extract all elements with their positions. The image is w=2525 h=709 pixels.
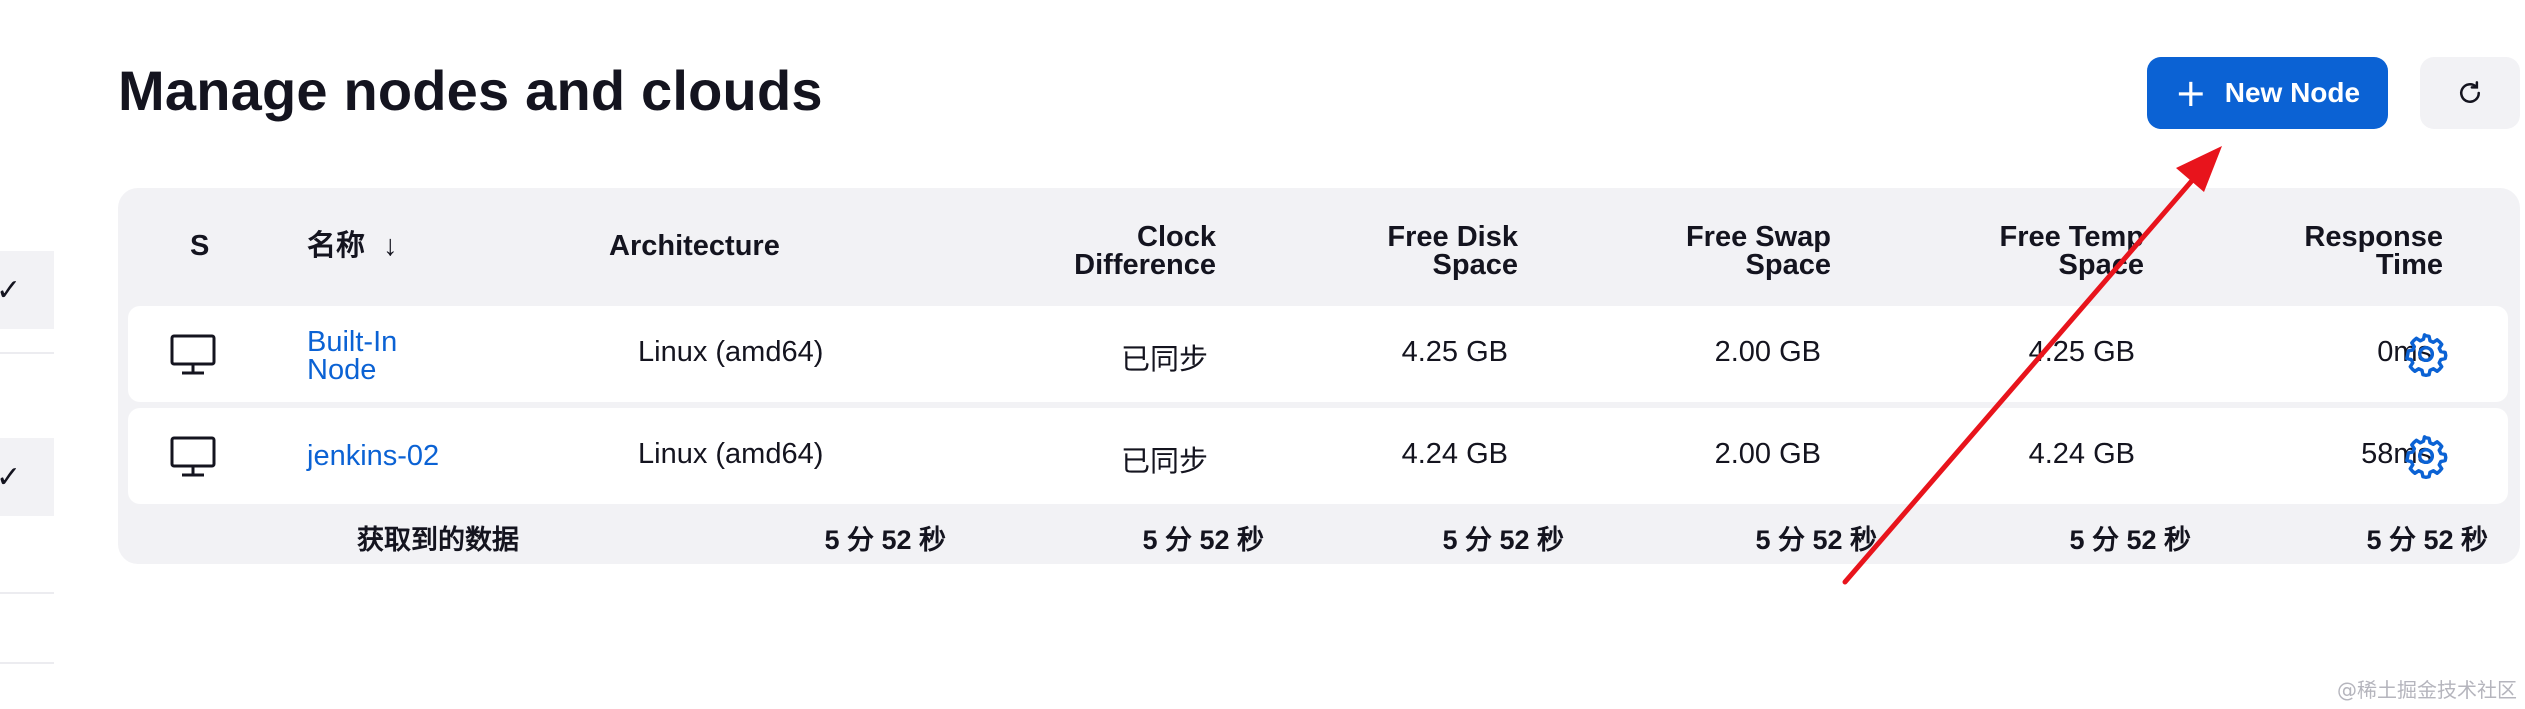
page-title: Manage nodes and clouds	[118, 59, 823, 122]
table-row: jenkins-02 Linux (amd64) 已同步 4.24 GB 2.0…	[128, 408, 2508, 504]
sort-arrow-icon: ↓	[383, 230, 398, 262]
chevron-icon: ✓	[0, 460, 22, 495]
footer-label: 获取到的数据	[357, 525, 519, 555]
footer-free-disk: 5 分 52 秒	[1442, 525, 1564, 555]
table-row: Built-In Node Linux (amd64) 已同步 4.25 GB …	[128, 306, 2508, 402]
node-link-jenkins-02[interactable]: jenkins-02	[307, 440, 440, 472]
chevron-icon: ✓	[0, 273, 22, 308]
plus-icon: +	[2174, 71, 2207, 115]
new-node-label: New Node	[2224, 77, 2361, 108]
sidebar-divider	[0, 592, 54, 594]
nodes-table: S 名称 ↓ Architecture Clock Difference Fre…	[118, 188, 2520, 564]
cell-clock-difference: 已同步	[1120, 344, 1208, 376]
header-resp-line1: Response	[2304, 221, 2443, 253]
header-status: S	[190, 230, 210, 262]
footer-response-time: 5 分 52 秒	[2366, 525, 2488, 555]
footer-clock-difference: 5 分 52 秒	[1142, 525, 1264, 555]
header-response-time[interactable]: Response Time	[2123, 221, 2443, 281]
cell-clock-difference: 已同步	[1120, 446, 1208, 478]
header-swap-line1: Free Swap	[1685, 221, 1831, 253]
header-clock-line1: Clock	[1137, 221, 1216, 253]
new-node-button[interactable]: + New Node	[2147, 57, 2388, 129]
cell-free-temp: 4.25 GB	[2028, 336, 2135, 368]
node-name-line1: jenkins-02	[307, 440, 440, 472]
cell-architecture: Linux (amd64)	[638, 336, 824, 368]
header-swap-line2: Space	[1745, 249, 1831, 281]
header-name-label: 名称	[307, 230, 366, 262]
cell-free-swap: 2.00 GB	[1714, 438, 1821, 470]
gear-icon[interactable]	[2403, 433, 2449, 479]
cell-response-time: 58ms	[2361, 438, 2432, 470]
header-free-temp-space[interactable]: Free Temp Space	[1824, 221, 2144, 281]
header-clock-difference[interactable]: Clock Difference	[896, 221, 1216, 281]
footer-free-swap: 5 分 52 秒	[1755, 525, 1877, 555]
cell-free-disk: 4.24 GB	[1401, 438, 1508, 470]
header-disk-line1: Free Disk	[1387, 221, 1518, 253]
footer-free-temp: 5 分 52 秒	[2069, 525, 2191, 555]
header-architecture[interactable]: Architecture	[609, 232, 780, 261]
refresh-icon	[2460, 81, 2480, 103]
sidebar-divider	[0, 662, 54, 664]
header-clock-line2: Difference	[1074, 249, 1216, 281]
sidebar-item[interactable]: ✓	[0, 251, 54, 329]
sidebar-item[interactable]: ✓	[0, 438, 54, 516]
watermark: @稀土掘金技术社区	[2337, 678, 2517, 702]
node-name-line2: Node	[307, 354, 377, 386]
header-temp-line2: Space	[2058, 249, 2144, 281]
header-name[interactable]: 名称 ↓	[307, 230, 398, 262]
gear-icon[interactable]	[2403, 331, 2449, 377]
header-free-disk-space[interactable]: Free Disk Space	[1198, 221, 1518, 281]
cell-free-swap: 2.00 GB	[1714, 336, 1821, 368]
computer-monitor-icon	[170, 436, 216, 477]
node-link-built-in[interactable]: Built-In Node	[307, 326, 398, 386]
cell-response-time: 0ms	[2377, 336, 2432, 368]
sidebar: ✓ ✓	[0, 0, 54, 709]
refresh-button[interactable]	[2420, 57, 2520, 129]
cell-free-temp: 4.24 GB	[2028, 438, 2135, 470]
header-temp-line1: Free Temp	[1999, 221, 2144, 253]
computer-monitor-icon	[170, 334, 216, 375]
cell-architecture: Linux (amd64)	[638, 438, 824, 470]
header-free-swap-space[interactable]: Free Swap Space	[1511, 221, 1831, 281]
footer-architecture: 5 分 52 秒	[824, 525, 946, 555]
header-resp-line2: Time	[2375, 249, 2443, 281]
sidebar-divider	[0, 352, 54, 354]
cell-free-disk: 4.25 GB	[1401, 336, 1508, 368]
node-name-line1: Built-In	[307, 326, 398, 358]
header-disk-line2: Space	[1432, 249, 1518, 281]
